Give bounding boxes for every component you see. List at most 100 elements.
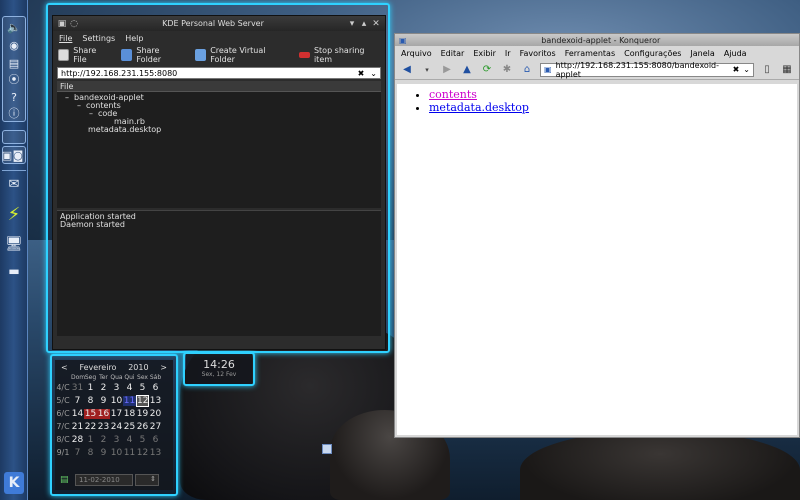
tree-expander[interactable]: – (89, 109, 93, 118)
konqueror-titlebar[interactable]: ▣ bandexoid-applet - Konqueror (395, 34, 799, 46)
calendar-day[interactable]: 13 (149, 396, 162, 406)
calendar-day[interactable]: 26 (136, 422, 149, 432)
browser-menu-item[interactable]: Configurações (624, 49, 681, 58)
calendar-day[interactable]: 22 (84, 422, 97, 432)
calendar-day[interactable]: 17 (110, 409, 123, 419)
calendar-day[interactable]: 4 (123, 383, 136, 393)
menu-file[interactable]: File (59, 34, 72, 43)
calendar-day[interactable]: 1 (84, 383, 97, 393)
directory-link[interactable]: metadata.desktop (429, 101, 529, 114)
bookmark-icon[interactable]: ▯ (760, 63, 774, 77)
info-icon[interactable]: ⓘ (4, 105, 24, 121)
help-icon[interactable]: ? (4, 89, 24, 105)
week-spinner[interactable]: ⇕ (135, 474, 159, 486)
browser-menu-item[interactable]: Favoritos (520, 49, 556, 58)
calendar-day[interactable]: 9 (97, 396, 110, 406)
clipboard-icon[interactable]: ▤ (4, 55, 24, 71)
pin-icon[interactable]: ◌ (68, 18, 80, 30)
kde-menu-icon[interactable]: K (4, 472, 24, 494)
desktop-icon[interactable]: ▬ (4, 264, 24, 278)
back-icon[interactable]: ◀ (400, 63, 414, 77)
calendar-day[interactable]: 19 (136, 409, 149, 419)
share-folder-button[interactable]: Share Folder (121, 46, 183, 64)
calendar-today-icon[interactable]: ▤ (60, 475, 69, 485)
calendar-day[interactable]: 5 (136, 383, 149, 393)
date-input[interactable]: 11-02-2010 (75, 474, 133, 486)
task-b-icon[interactable]: ◙ (12, 147, 24, 163)
calendar-day[interactable]: 28 (71, 435, 84, 445)
calendar-day[interactable]: 31 (71, 383, 84, 393)
calendar-day[interactable]: 12 (136, 448, 149, 458)
speaker-icon[interactable]: 🔈 (4, 19, 24, 35)
calendar-year[interactable]: 2010 (128, 363, 148, 372)
calendar-day[interactable]: 2 (97, 383, 110, 393)
calendar-day[interactable]: 6 (149, 435, 162, 445)
calendar-day[interactable]: 3 (110, 435, 123, 445)
network-icon[interactable]: ⦿ (4, 71, 24, 87)
minimize-icon[interactable]: ▾ (346, 18, 358, 30)
calendar-day[interactable]: 7 (71, 396, 84, 406)
monitor-icon[interactable]: 🖥 (4, 234, 24, 254)
menu-help[interactable]: Help (125, 34, 143, 43)
create-virtual-folder-button[interactable]: Create Virtual Folder (195, 46, 287, 64)
browser-url-field[interactable]: ▣ http://192.168.231.155:8080/bandexoid-… (540, 61, 754, 79)
calendar-month[interactable]: Fevereiro (79, 363, 116, 372)
reload-icon[interactable]: ⟳ (480, 63, 494, 77)
menu-settings[interactable]: Settings (82, 34, 115, 43)
mail-icon[interactable]: ✉ (4, 176, 24, 192)
calendar-day[interactable]: 27 (149, 422, 162, 432)
file-column-header[interactable]: File (57, 81, 381, 92)
calendar-day[interactable]: 20 (149, 409, 162, 419)
calendar-day[interactable]: 10 (110, 396, 123, 406)
calendar-day[interactable]: 10 (110, 448, 123, 458)
server-url-field[interactable]: http://192.168.231.155:8080 ✖ ⌄ (57, 67, 381, 79)
stop-icon[interactable]: ✱ (500, 63, 514, 77)
calendar-day[interactable]: 14 (71, 409, 84, 419)
calendar-day[interactable]: 9 (97, 448, 110, 458)
calendar-day[interactable]: 4 (123, 435, 136, 445)
tree-expander[interactable]: – (77, 101, 81, 110)
window-menu-icon[interactable]: ▣ (399, 36, 407, 45)
browser-menu-item[interactable]: Arquivo (401, 49, 432, 58)
browser-menu-item[interactable]: Ferramentas (565, 49, 615, 58)
browser-menu-item[interactable]: Janela (690, 49, 714, 58)
pager[interactable] (2, 130, 26, 144)
calendar-day[interactable]: 6 (149, 383, 162, 393)
tree-item[interactable]: – code (57, 110, 381, 118)
calendar-day[interactable]: 5 (136, 435, 149, 445)
up-icon[interactable]: ▲ (460, 63, 474, 77)
calendar-day[interactable]: 25 (123, 422, 136, 432)
forward-icon[interactable]: ▶ (440, 63, 454, 77)
browser-menu-item[interactable]: Ajuda (724, 49, 747, 58)
tree-item[interactable]: metadata.desktop (57, 126, 381, 134)
calendar-day[interactable]: 1 (84, 435, 97, 445)
chevron-down-icon[interactable]: ⌄ (743, 65, 750, 74)
calendar-day[interactable]: 2 (97, 435, 110, 445)
next-month-button[interactable]: > (160, 363, 167, 372)
calendar-day[interactable]: 18 (123, 409, 136, 419)
maximize-icon[interactable]: ▴ (358, 18, 370, 30)
share-file-button[interactable]: Share File (58, 46, 109, 64)
stop-sharing-button[interactable]: Stop sharing item (298, 46, 380, 64)
dropdown-icon[interactable]: ▾ (420, 63, 434, 77)
calendar-day[interactable]: 7 (71, 448, 84, 458)
previous-month-button[interactable]: < (61, 363, 68, 372)
web-server-titlebar[interactable]: ▣ ◌ KDE Personal Web Server ▾ ▴ ✕ (53, 16, 385, 31)
calendar-day[interactable]: 24 (110, 422, 123, 432)
clear-icon[interactable]: ✖ (358, 69, 365, 78)
calendar-day[interactable]: 8 (84, 396, 97, 406)
browser-menu-item[interactable]: Exibir (473, 49, 496, 58)
directory-link[interactable]: contents (429, 88, 477, 101)
calendar-day[interactable]: 3 (110, 383, 123, 393)
chevron-down-icon[interactable]: ⌄ (370, 69, 377, 78)
browser-menu-item[interactable]: Editar (441, 49, 465, 58)
calendar-day[interactable]: 11 (123, 448, 136, 458)
search-provider-icon[interactable]: ▦ (780, 63, 794, 77)
calendar-day[interactable]: 8 (84, 448, 97, 458)
calendar-day[interactable]: 23 (97, 422, 110, 432)
close-icon[interactable]: ✕ (370, 18, 382, 30)
window-menu-icon[interactable]: ▣ (56, 18, 68, 30)
home-icon[interactable]: ⌂ (520, 63, 534, 77)
power-icon[interactable]: ⚡ (4, 202, 24, 226)
clear-icon[interactable]: ✖ (733, 65, 740, 74)
